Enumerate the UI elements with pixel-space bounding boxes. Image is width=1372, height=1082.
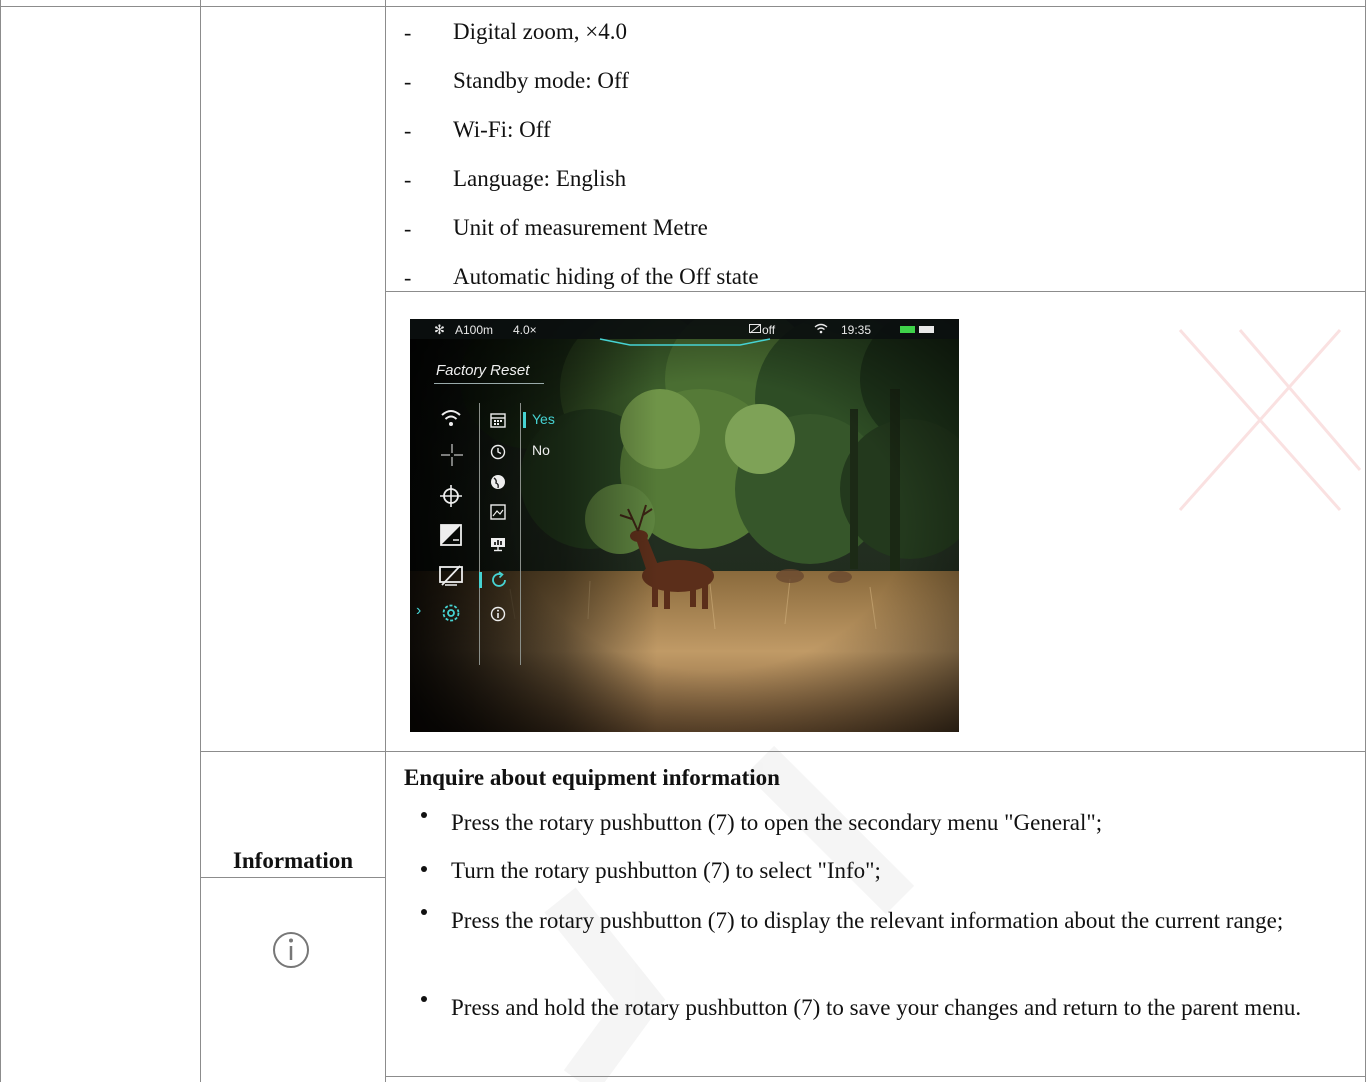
section-heading: Enquire about equipment information xyxy=(404,765,780,790)
monitor-icon[interactable] xyxy=(490,536,506,552)
list-item: Language: English xyxy=(453,166,627,191)
crosshair-icon[interactable] xyxy=(440,443,464,467)
list-item: Digital zoom, ×4.0 xyxy=(453,19,627,44)
step-item: Press and hold the rotary pushbutton (7)… xyxy=(451,995,1302,1020)
globe-icon[interactable] xyxy=(490,474,506,490)
device-screen-image: ✻ A100m 4.0× off 19:35 Factory Reset › Y… xyxy=(410,319,959,732)
bullet-dot xyxy=(421,996,427,1002)
step-item: Press the rotary pushbutton (7) to open … xyxy=(451,810,1103,835)
row-divider-screen xyxy=(200,751,1366,752)
information-label: Information xyxy=(232,848,354,873)
row-divider-bottom xyxy=(385,1076,1366,1077)
forest-deer-scene xyxy=(410,319,959,732)
zoom-readout: 4.0× xyxy=(513,323,537,337)
menu-title: Factory Reset xyxy=(436,362,530,379)
contrast-icon[interactable] xyxy=(440,524,462,546)
target-icon[interactable] xyxy=(440,485,462,507)
table-border-left xyxy=(0,0,1,1082)
display-status-readout: off xyxy=(762,323,776,337)
row-divider-list xyxy=(385,291,1366,292)
wifi-icon[interactable] xyxy=(440,409,462,427)
info-circle-icon xyxy=(273,932,309,968)
dash-bullet: - xyxy=(404,167,412,192)
range-readout: A100m xyxy=(455,323,494,337)
battery-icon xyxy=(900,326,934,333)
wifi-status-icon xyxy=(814,323,828,334)
list-item: Wi-Fi: Off xyxy=(453,117,551,142)
table-border-col1 xyxy=(200,0,201,1082)
selected-chevron: › xyxy=(416,602,422,619)
dash-bullet: - xyxy=(404,118,412,143)
dash-bullet: - xyxy=(404,69,412,94)
snowflake-icon: ✻ xyxy=(434,322,445,337)
table-border-top xyxy=(0,6,1366,7)
time-readout: 19:35 xyxy=(841,323,872,337)
list-item: Standby mode: Off xyxy=(453,68,629,93)
gear-icon[interactable] xyxy=(440,602,462,624)
bullet-dot xyxy=(421,866,427,872)
table-border-col2 xyxy=(385,0,386,1082)
dash-bullet: - xyxy=(404,216,412,241)
step-item: Turn the rotary pushbutton (7) to select… xyxy=(451,858,881,883)
option-no[interactable]: No xyxy=(532,442,550,458)
list-item: Unit of measurement Metre xyxy=(453,215,708,240)
clock-icon[interactable] xyxy=(490,444,506,460)
submenu-selection-marker xyxy=(479,572,482,588)
dash-bullet: - xyxy=(404,20,412,45)
display-off-status-icon xyxy=(749,324,761,334)
dash-bullet: - xyxy=(404,265,412,290)
menu-column-line xyxy=(520,403,521,665)
option-yes[interactable]: Yes xyxy=(532,411,555,427)
list-item: Automatic hiding of the Off state xyxy=(453,264,759,289)
image-icon[interactable] xyxy=(490,504,506,520)
table-border-right xyxy=(1365,0,1366,1082)
reset-icon[interactable] xyxy=(490,571,508,589)
option-selection-marker xyxy=(523,412,526,428)
info-icon[interactable] xyxy=(490,606,506,622)
menu-column-line xyxy=(479,403,480,665)
display-off-icon[interactable] xyxy=(439,565,463,587)
calendar-icon[interactable] xyxy=(490,412,506,428)
menu-title-underline xyxy=(434,383,544,384)
row-divider-label xyxy=(200,877,385,878)
step-item: Press the rotary pushbutton (7) to displ… xyxy=(451,908,1284,933)
bullet-dot xyxy=(421,812,427,818)
bullet-dot xyxy=(421,909,427,915)
